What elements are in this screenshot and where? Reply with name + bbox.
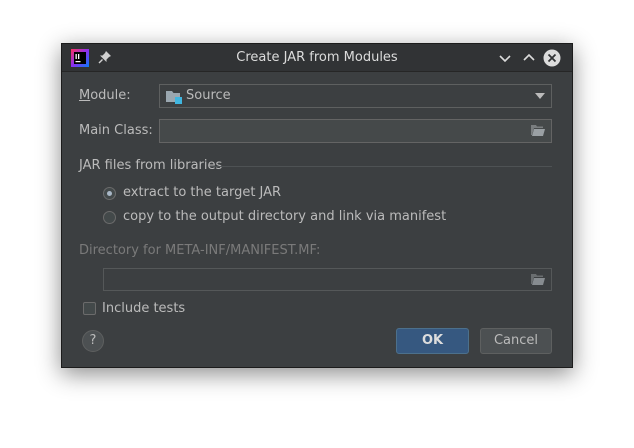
module-label: Module:	[79, 88, 131, 103]
copy-radio[interactable]	[103, 211, 116, 224]
maximize-chevron-up-icon[interactable]	[520, 49, 538, 67]
module-label-rest: odule:	[90, 88, 131, 103]
dropdown-arrow-icon	[535, 93, 545, 99]
copy-radio-label[interactable]: copy to the output directory and link vi…	[123, 209, 446, 224]
create-jar-dialog: Create JAR from Modules Module: Source M…	[61, 43, 573, 368]
extract-radio[interactable]	[103, 187, 116, 200]
manifest-dir-label: Directory for META-INF/MANIFEST.MF:	[79, 243, 321, 258]
section-separator	[210, 166, 552, 167]
help-button[interactable]: ?	[82, 330, 104, 352]
module-combobox[interactable]: Source	[159, 84, 552, 108]
browse-folder-icon[interactable]	[531, 125, 545, 136]
module-folder-icon	[166, 91, 182, 104]
manifest-dir-field[interactable]	[103, 268, 552, 291]
title-bar[interactable]: Create JAR from Modules	[62, 44, 572, 72]
jar-libraries-heading: JAR files from libraries	[79, 158, 223, 173]
cancel-button[interactable]: Cancel	[480, 328, 552, 354]
minimize-chevron-down-icon[interactable]	[496, 49, 514, 67]
module-value: Source	[186, 88, 231, 103]
ok-button[interactable]: OK	[396, 328, 469, 354]
include-tests-checkbox[interactable]	[83, 302, 96, 315]
browse-folder-icon[interactable]	[531, 274, 545, 285]
main-class-field[interactable]	[159, 119, 552, 143]
close-icon[interactable]	[543, 49, 561, 67]
extract-radio-label[interactable]: extract to the target JAR	[123, 185, 281, 200]
include-tests-label[interactable]: Include tests	[102, 301, 185, 316]
main-class-label: Main Class:	[79, 123, 153, 138]
